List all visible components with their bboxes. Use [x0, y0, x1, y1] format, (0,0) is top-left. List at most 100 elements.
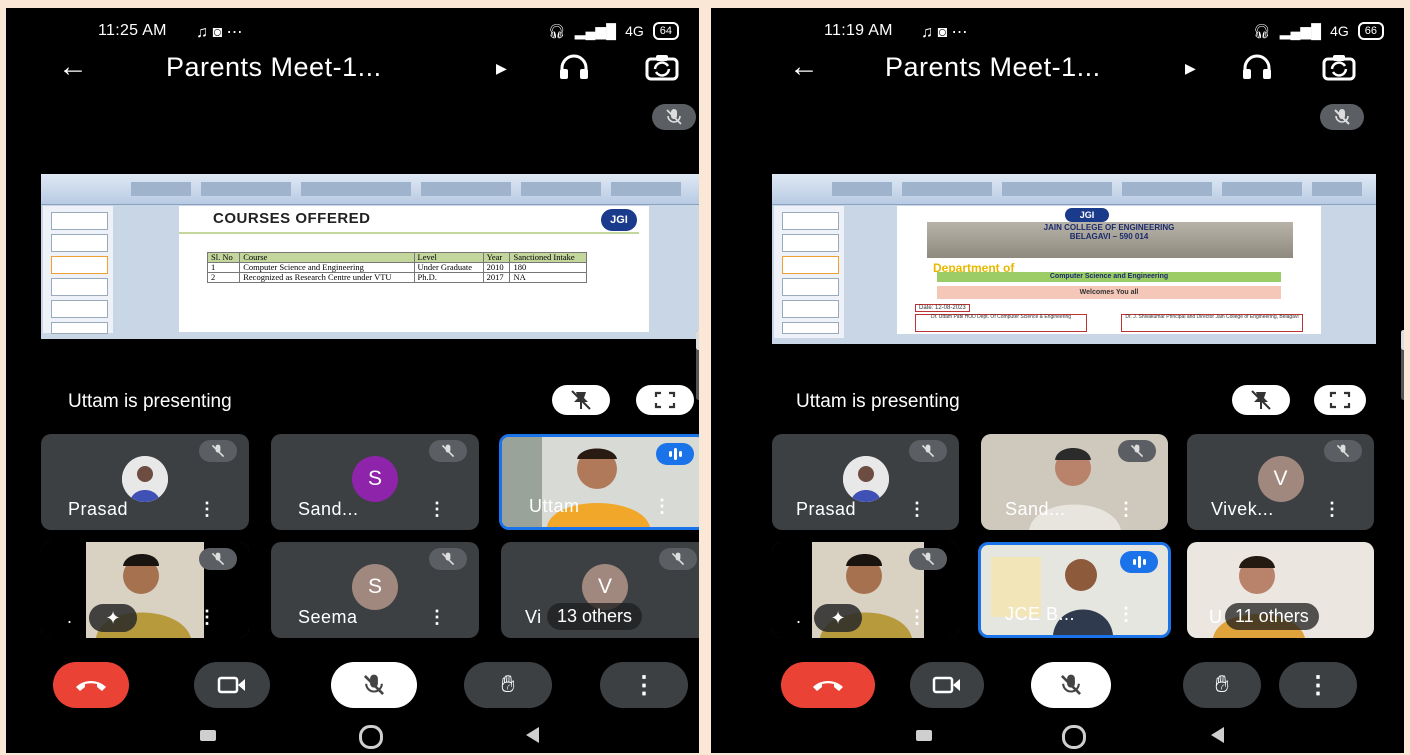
participant-name: Seema: [298, 607, 358, 627]
muted-icon: [909, 548, 947, 570]
participant-name: Sand...: [298, 499, 359, 519]
slide-title: COURSES OFFERED: [213, 210, 371, 227]
table-row: 1 Computer Science and Engineering Under…: [206, 262, 587, 273]
jgi-logo: JGI: [1065, 208, 1109, 222]
home-icon[interactable]: [359, 725, 383, 749]
recents-icon[interactable]: [916, 730, 932, 741]
video-camera-icon: [217, 676, 245, 694]
more-options-icon[interactable]: ⋮: [1117, 604, 1135, 625]
more-options-icon[interactable]: ⋮: [908, 499, 926, 520]
presentation-panel[interactable]: JGI JAIN COLLEGE OF ENGINEERING BELAGAVI…: [772, 94, 1376, 421]
muted-icon: [909, 440, 947, 462]
more-vertical-icon: ⋮: [632, 671, 656, 699]
network-type: 4G: [1330, 23, 1349, 39]
avatar: S: [352, 456, 398, 502]
presenting-label: Uttam is presenting: [68, 391, 232, 412]
others-count[interactable]: 11 others: [1225, 603, 1319, 630]
camera-toggle-button[interactable]: [910, 662, 984, 708]
unpin-icon: [1251, 390, 1271, 410]
raise-hand-button[interactable]: ✋︎: [464, 662, 552, 708]
signature-hod: Dr. Uttam Patil HOD Dept. Of Computer Sc…: [915, 314, 1087, 332]
end-call-icon: [813, 681, 843, 691]
raise-hand-icon: ✋︎: [501, 671, 515, 698]
col-level: Level: [413, 252, 484, 263]
more-options-icon[interactable]: ⋮: [198, 607, 216, 628]
speaking-indicator-icon: [656, 443, 694, 465]
scrollbar[interactable]: [696, 330, 699, 400]
phone-screen-left: 11:25 AM ♫ ◙ ⋯ 🎧︎ ▂▄▆█ 4G 64 ← Parents M…: [6, 8, 699, 753]
meeting-title[interactable]: Parents Meet-1...: [166, 52, 382, 83]
signature-principal: Dr. J. Shivakumar Principal and Director…: [1121, 314, 1303, 332]
effects-sparkle-icon[interactable]: ✦: [89, 604, 137, 632]
raise-hand-icon: ✋︎: [1215, 671, 1229, 698]
college-name: JAIN COLLEGE OF ENGINEERING: [1043, 223, 1175, 232]
participant-name: Prasad: [68, 499, 129, 519]
participant-tile-seema[interactable]: S Seema ⋮: [271, 542, 479, 638]
effects-sparkle-icon[interactable]: ✦: [814, 604, 862, 632]
powerpoint-ribbon: [41, 174, 699, 205]
switch-camera-icon[interactable]: [644, 52, 680, 87]
courses-table: Sl. No Course Level Year Sanctioned Inta…: [206, 252, 587, 283]
scrollbar[interactable]: [1401, 330, 1404, 400]
recents-icon[interactable]: [200, 730, 216, 741]
back-nav-icon[interactable]: [1211, 727, 1224, 743]
raise-hand-button[interactable]: ✋︎: [1183, 662, 1261, 708]
participant-tile-others[interactable]: V Vi 13 others: [501, 542, 699, 638]
participant-tile-sand[interactable]: S Sand... ⋮: [271, 434, 479, 530]
participant-name: .: [67, 607, 73, 627]
muted-icon: [199, 548, 237, 570]
participant-tile-prasad[interactable]: Prasad ⋮: [41, 434, 249, 530]
more-options-icon[interactable]: ⋮: [428, 499, 446, 520]
meeting-app-bar: ← Parents Meet-1... ▶: [711, 48, 1404, 92]
unpin-button[interactable]: [1232, 385, 1290, 415]
unpin-button[interactable]: [552, 385, 610, 415]
end-call-button[interactable]: [53, 662, 129, 708]
more-options-icon[interactable]: ⋮: [1323, 499, 1341, 520]
more-options-button[interactable]: ⋮: [1279, 662, 1357, 708]
more-options-icon[interactable]: ⋮: [653, 496, 671, 517]
expand-title-icon[interactable]: ▶: [496, 60, 507, 77]
participant-tile-video[interactable]: . ✦ ⋮: [41, 542, 249, 638]
fullscreen-button[interactable]: [636, 385, 694, 415]
status-notification-icons: ♫ ◙ ⋯: [921, 24, 968, 41]
back-arrow-icon[interactable]: ←: [58, 50, 88, 84]
participant-name: .: [796, 607, 802, 627]
participant-tile-uttam[interactable]: Uttam ⋮: [499, 434, 699, 530]
expand-title-icon[interactable]: ▶: [1185, 60, 1196, 77]
battery-icon: 66: [1357, 22, 1384, 40]
audio-output-icon[interactable]: [556, 52, 592, 87]
mic-off-icon: [1060, 674, 1082, 696]
video-camera-icon: [932, 676, 960, 694]
participant-tile-others[interactable]: U 11 others: [1187, 542, 1374, 638]
back-nav-icon[interactable]: [526, 727, 539, 743]
audio-output-icon[interactable]: [1239, 52, 1275, 87]
department-name: Computer Science and Engineering: [937, 272, 1281, 282]
slide-date: Date: 12-08-2023: [915, 304, 970, 312]
home-icon[interactable]: [1062, 725, 1086, 749]
presentation-panel[interactable]: COURSES OFFERED JGI Sl. No Course Level …: [41, 94, 699, 421]
signal-icon: ▂▄▆█: [574, 22, 617, 39]
participant-tile-sand[interactable]: Sand... ⋮: [981, 434, 1168, 530]
participant-tile-jce[interactable]: JCE B... ⋮: [978, 542, 1171, 638]
fullscreen-icon: [1329, 391, 1351, 409]
end-call-button[interactable]: [781, 662, 875, 708]
speaking-indicator-icon: [1120, 551, 1158, 573]
back-arrow-icon[interactable]: ←: [789, 50, 819, 84]
participant-tile-video[interactable]: . ✦ ⋮: [772, 542, 959, 638]
meeting-title[interactable]: Parents Meet-1...: [885, 52, 1101, 83]
camera-toggle-button[interactable]: [194, 662, 270, 708]
more-options-icon[interactable]: ⋮: [908, 607, 926, 628]
fullscreen-button[interactable]: [1314, 385, 1366, 415]
more-options-icon[interactable]: ⋮: [1117, 499, 1135, 520]
more-options-icon[interactable]: ⋮: [428, 607, 446, 628]
more-options-button[interactable]: ⋮: [600, 662, 688, 708]
muted-icon: [199, 440, 237, 462]
microphone-toggle-button[interactable]: [1031, 662, 1111, 708]
switch-camera-icon[interactable]: [1321, 52, 1357, 87]
participant-tile-vivek[interactable]: V Vivek... ⋮: [1187, 434, 1374, 530]
slide-welcome: JGI JAIN COLLEGE OF ENGINEERING BELAGAVI…: [897, 206, 1321, 334]
more-options-icon[interactable]: ⋮: [198, 499, 216, 520]
others-count[interactable]: 13 others: [547, 603, 643, 630]
participant-tile-prasad[interactable]: Prasad ⋮: [772, 434, 959, 530]
microphone-toggle-button[interactable]: [331, 662, 417, 708]
